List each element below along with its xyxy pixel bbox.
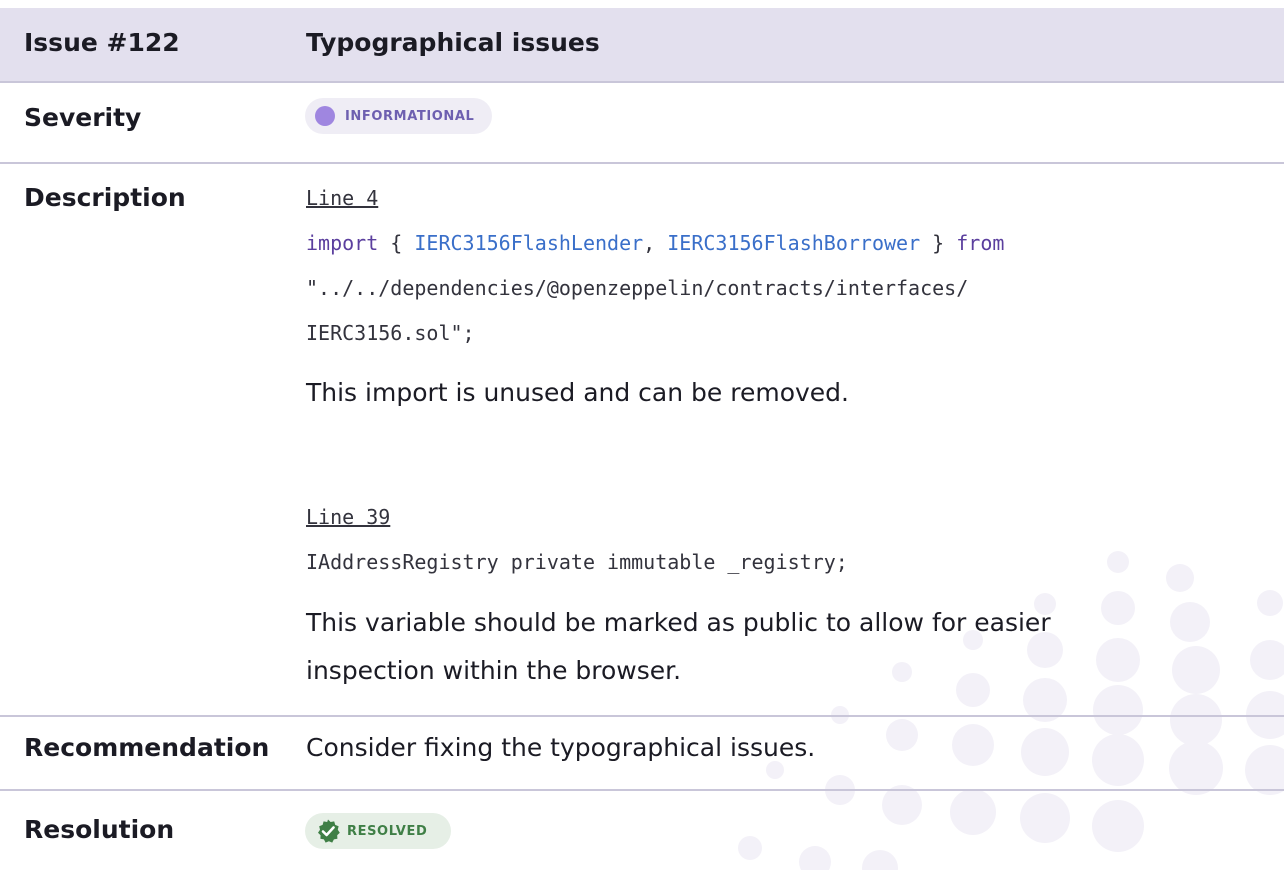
issue-number: Issue #122 bbox=[24, 28, 180, 57]
description-text-2-line-1: This variable should be marked as public… bbox=[306, 608, 1051, 637]
resolution-label: Resolution bbox=[24, 815, 175, 844]
resolution-badge-text: RESOLVED bbox=[347, 823, 428, 839]
code-line-import: import { IERC3156FlashLender, IERC3156Fl… bbox=[306, 231, 1004, 255]
severity-badge: INFORMATIONAL bbox=[305, 98, 492, 134]
code-line-registry: IAddressRegistry private immutable _regi… bbox=[306, 550, 848, 574]
row-divider bbox=[0, 162, 1284, 164]
resolution-badge: RESOLVED bbox=[305, 813, 451, 849]
code-keyword-from: from bbox=[956, 231, 1005, 255]
line-39-link[interactable]: Line 39 bbox=[306, 505, 390, 529]
code-keyword-import: import bbox=[306, 231, 379, 255]
code-line-filename: IERC3156.sol"; bbox=[306, 321, 475, 345]
severity-badge-text: INFORMATIONAL bbox=[345, 108, 475, 124]
severity-dot-icon bbox=[315, 106, 335, 126]
code-brace-open: { bbox=[378, 231, 415, 255]
recommendation-label: Recommendation bbox=[24, 733, 270, 762]
recommendation-text: Consider fixing the typographical issues… bbox=[306, 733, 816, 762]
check-badge-icon bbox=[318, 819, 340, 843]
issue-title: Typographical issues bbox=[306, 28, 600, 57]
row-divider bbox=[0, 715, 1284, 717]
code-line-path: "../../dependencies/@openzeppelin/contra… bbox=[306, 276, 969, 300]
row-divider bbox=[0, 789, 1284, 791]
code-identifier-lender: IERC3156FlashLender bbox=[414, 231, 644, 255]
severity-label: Severity bbox=[24, 103, 142, 132]
line-4-link[interactable]: Line 4 bbox=[306, 186, 378, 210]
description-text-2-line-2: inspection within the browser. bbox=[306, 656, 682, 685]
description-text-1: This import is unused and can be removed… bbox=[306, 378, 849, 407]
issue-header: Issue #122 Typographical issues bbox=[0, 8, 1284, 83]
code-brace-close: } bbox=[920, 231, 957, 255]
description-label: Description bbox=[24, 183, 186, 212]
code-identifier-borrower: IERC3156FlashBorrower bbox=[667, 231, 921, 255]
code-comma: , bbox=[643, 231, 668, 255]
